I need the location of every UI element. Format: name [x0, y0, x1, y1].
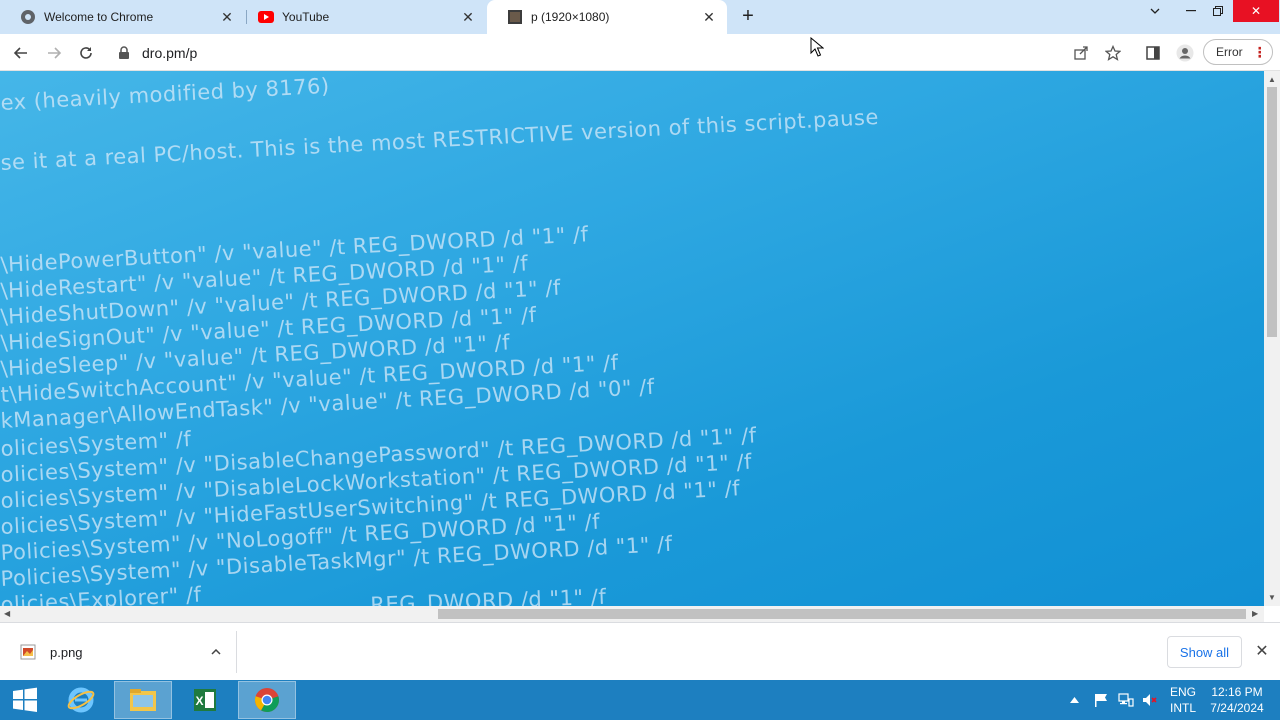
address-bar[interactable]: dro.pm/p [110, 38, 1134, 67]
vertical-scrollbar[interactable]: ▲ ▼ [1264, 71, 1280, 606]
clock-time: 12:16 PM [1211, 685, 1263, 699]
system-clock[interactable]: 12:16 PM 7/24/2024 [1204, 684, 1270, 716]
chevron-up-icon [1070, 697, 1079, 703]
tab-title: YouTube [282, 10, 330, 24]
side-panel-icon[interactable] [1142, 42, 1164, 64]
close-tab-icon[interactable]: ✕ [219, 9, 235, 25]
scroll-down-icon[interactable]: ▼ [1268, 593, 1276, 602]
script-text-line: ex (heavily modified by 8176) [0, 73, 331, 115]
clock-date: 7/24/2024 [1210, 701, 1264, 715]
language-indicator[interactable]: ENG INTL [1164, 684, 1202, 716]
tab-strip: Welcome to Chrome ✕ YouTube ✕ p (1920×10… [0, 0, 1280, 34]
new-tab-button[interactable]: + [737, 5, 759, 27]
tab-title: p (1920×1080) [531, 10, 610, 24]
taskbar-internet-explorer[interactable] [52, 681, 110, 719]
close-tab-icon[interactable]: ✕ [460, 9, 476, 25]
keyboard-layout: INTL [1169, 701, 1196, 715]
internet-explorer-icon [67, 687, 95, 713]
download-shelf: p.png Show all ✕ [0, 622, 1280, 680]
vertical-scroll-thumb[interactable] [1267, 87, 1277, 337]
scrollbar-corner [1264, 606, 1280, 622]
start-button[interactable] [0, 681, 50, 719]
minimize-button[interactable] [1176, 0, 1206, 22]
lock-icon[interactable] [118, 45, 132, 60]
tab-welcome[interactable]: Welcome to Chrome ✕ [0, 0, 245, 34]
taskbar: X ENG INTL 12:16 PM 7/24/2024 [0, 680, 1280, 720]
language-code: ENG [1169, 685, 1196, 699]
url-text[interactable]: dro.pm/p [142, 45, 197, 61]
download-file-name: p.png [50, 644, 83, 660]
scroll-left-icon[interactable]: ◀ [4, 609, 10, 618]
more-vert-icon: ⋮ [1252, 44, 1267, 60]
close-shelf-icon[interactable]: ✕ [1252, 641, 1272, 661]
excel-icon: X [194, 689, 216, 711]
action-center-icon[interactable] [1094, 680, 1110, 720]
youtube-icon [258, 9, 274, 25]
reload-button[interactable] [73, 40, 99, 66]
tab-image[interactable]: p (1920×1080) ✕ [487, 0, 727, 34]
image-viewer: ex (heavily modified by 8176) se it at a… [0, 71, 1264, 606]
show-all-button[interactable]: Show all [1167, 636, 1242, 668]
profile-icon[interactable] [1174, 42, 1196, 64]
browser-toolbar: dro.pm/p Error ⋮ [0, 34, 1280, 71]
forward-button[interactable] [41, 40, 67, 66]
horizontal-scroll-thumb[interactable] [438, 609, 1246, 619]
png-file-icon [20, 644, 36, 660]
file-explorer-icon [130, 689, 156, 711]
bookmark-star-icon[interactable] [1102, 42, 1124, 64]
error-menu-button[interactable]: Error ⋮ [1203, 39, 1273, 65]
download-item[interactable]: p.png [12, 631, 237, 673]
scroll-up-icon[interactable]: ▲ [1268, 75, 1276, 84]
svg-text:X: X [195, 694, 203, 708]
volume-muted-icon[interactable] [1142, 680, 1158, 720]
image-icon [507, 9, 523, 25]
network-icon[interactable] [1118, 680, 1134, 720]
chevron-up-icon[interactable] [204, 649, 228, 655]
script-text-line: REG_DWORD /d "1" /f [370, 584, 607, 606]
back-button[interactable] [8, 40, 34, 66]
restore-button[interactable] [1203, 0, 1233, 22]
taskbar-excel[interactable]: X [176, 681, 234, 719]
script-text-line: se it at a real PC/host. This is the mos… [0, 104, 880, 175]
tab-youtube[interactable]: YouTube ✕ [238, 0, 486, 34]
share-icon[interactable] [1070, 42, 1092, 64]
show-hidden-icons-button[interactable] [1070, 680, 1084, 720]
close-window-button[interactable]: ✕ [1233, 0, 1279, 22]
tab-title: Welcome to Chrome [44, 10, 154, 24]
start-icon [13, 687, 37, 712]
taskbar-file-explorer[interactable] [114, 681, 172, 719]
scroll-right-icon[interactable]: ▶ [1252, 609, 1258, 618]
mouse-cursor-icon [810, 37, 824, 57]
tab-search-icon[interactable] [1140, 0, 1170, 22]
error-label: Error [1216, 45, 1243, 59]
chrome-icon [255, 688, 279, 712]
taskbar-chrome[interactable] [238, 681, 296, 719]
chrome-icon [20, 9, 36, 25]
close-tab-icon[interactable]: ✕ [701, 9, 717, 25]
horizontal-scrollbar[interactable]: ◀ ▶ [0, 606, 1264, 622]
